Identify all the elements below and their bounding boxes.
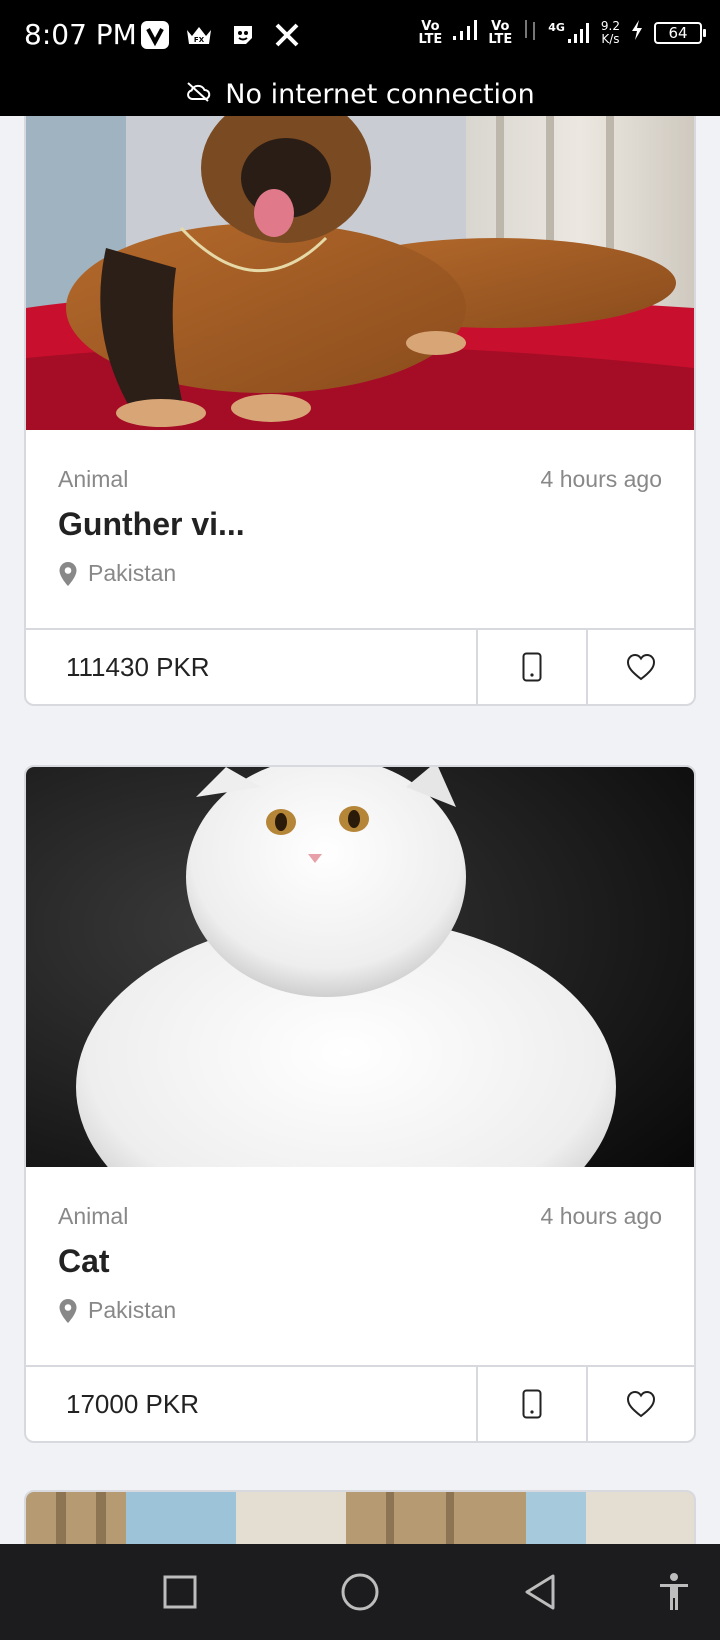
square-icon bbox=[163, 1575, 197, 1609]
location-pin-icon bbox=[59, 561, 77, 586]
listing-location-text: Pakistan bbox=[88, 560, 177, 586]
listing-price: 17000 PKR bbox=[66, 1388, 199, 1419]
phone-icon bbox=[522, 1389, 542, 1419]
listing-category: Animal bbox=[58, 466, 129, 492]
favorite-button[interactable] bbox=[586, 1367, 694, 1441]
battery-indicator: 64 bbox=[654, 21, 706, 44]
listing-card[interactable]: Animal 4 hours ago Cat Pakistan 17000 PK… bbox=[24, 765, 696, 1443]
listing-card-body[interactable]: Animal 4 hours ago Cat Pakistan bbox=[26, 1167, 694, 1365]
call-button[interactable] bbox=[476, 630, 586, 704]
listing-card[interactable]: Animal 4 hours ago Gunther vi... Pakista… bbox=[24, 116, 696, 706]
status-bar: 8:07 PM FX Vo LTE Vo LTE 4G 9.2 K/s 64 bbox=[0, 0, 720, 72]
sim1-volte-label: Vo LTE bbox=[418, 18, 443, 47]
crown-fx-icon: FX bbox=[184, 20, 214, 50]
signal-icon bbox=[567, 22, 589, 43]
accessibility-icon bbox=[660, 1573, 688, 1610]
status-time: 8:07 PM bbox=[24, 18, 137, 51]
recent-apps-button[interactable] bbox=[156, 1568, 204, 1616]
listing-title[interactable]: Cat bbox=[58, 1243, 110, 1280]
offline-banner-text: No internet connection bbox=[225, 78, 535, 110]
x-app-icon bbox=[272, 20, 302, 50]
listing-card-footer: 17000 PKR bbox=[26, 1365, 694, 1441]
svg-text:FX: FX bbox=[194, 36, 205, 44]
listing-card-footer: 111430 PKR bbox=[26, 628, 694, 704]
listing-location: Pakistan bbox=[58, 1297, 176, 1324]
charging-bolt-icon bbox=[630, 19, 644, 46]
heart-icon bbox=[626, 1390, 656, 1418]
network-speed: 9.2 K/s bbox=[600, 18, 620, 46]
home-button[interactable] bbox=[336, 1568, 384, 1616]
listing-feed[interactable]: Animal 4 hours ago Gunther vi... Pakista… bbox=[0, 116, 720, 1544]
listing-time-ago: 4 hours ago bbox=[540, 466, 662, 492]
back-button[interactable] bbox=[516, 1568, 564, 1616]
listing-card[interactable] bbox=[24, 1490, 696, 1544]
triangle-back-icon bbox=[525, 1574, 555, 1610]
listing-time-ago: 4 hours ago bbox=[540, 1203, 662, 1229]
call-button[interactable] bbox=[476, 1367, 586, 1441]
listing-image-cat[interactable] bbox=[26, 767, 694, 1167]
sim2-volte-label: Vo LTE bbox=[488, 18, 513, 47]
heart-icon bbox=[626, 653, 656, 681]
status-app-icons: FX bbox=[140, 20, 302, 50]
accessibility-button[interactable] bbox=[650, 1568, 698, 1616]
offline-banner: No internet connection bbox=[0, 72, 720, 116]
listing-image-room[interactable] bbox=[26, 1492, 694, 1544]
location-pin-icon bbox=[59, 1298, 77, 1323]
signal-icon bbox=[452, 18, 478, 47]
listing-category: Animal bbox=[58, 1203, 129, 1229]
listing-location: Pakistan bbox=[58, 560, 176, 587]
listing-card-body[interactable]: Animal 4 hours ago Gunther vi... Pakista… bbox=[26, 430, 694, 628]
phone-icon bbox=[522, 652, 542, 682]
favorite-button[interactable] bbox=[586, 630, 694, 704]
system-nav-bar bbox=[0, 1544, 720, 1640]
listing-price: 111430 PKR bbox=[66, 651, 210, 682]
listing-title[interactable]: Gunther vi... bbox=[58, 506, 245, 543]
network-type-group: 4G bbox=[548, 21, 591, 45]
status-indicators: Vo LTE Vo LTE 4G 9.2 K/s 64 bbox=[418, 18, 706, 47]
cloud-off-icon bbox=[185, 79, 211, 110]
v-app-icon bbox=[140, 20, 170, 50]
sticker-app-icon bbox=[228, 20, 258, 50]
listing-location-text: Pakistan bbox=[88, 1297, 177, 1323]
data-arrows-icon bbox=[522, 18, 538, 47]
circle-icon bbox=[341, 1573, 379, 1611]
listing-image-dog[interactable] bbox=[26, 116, 694, 430]
